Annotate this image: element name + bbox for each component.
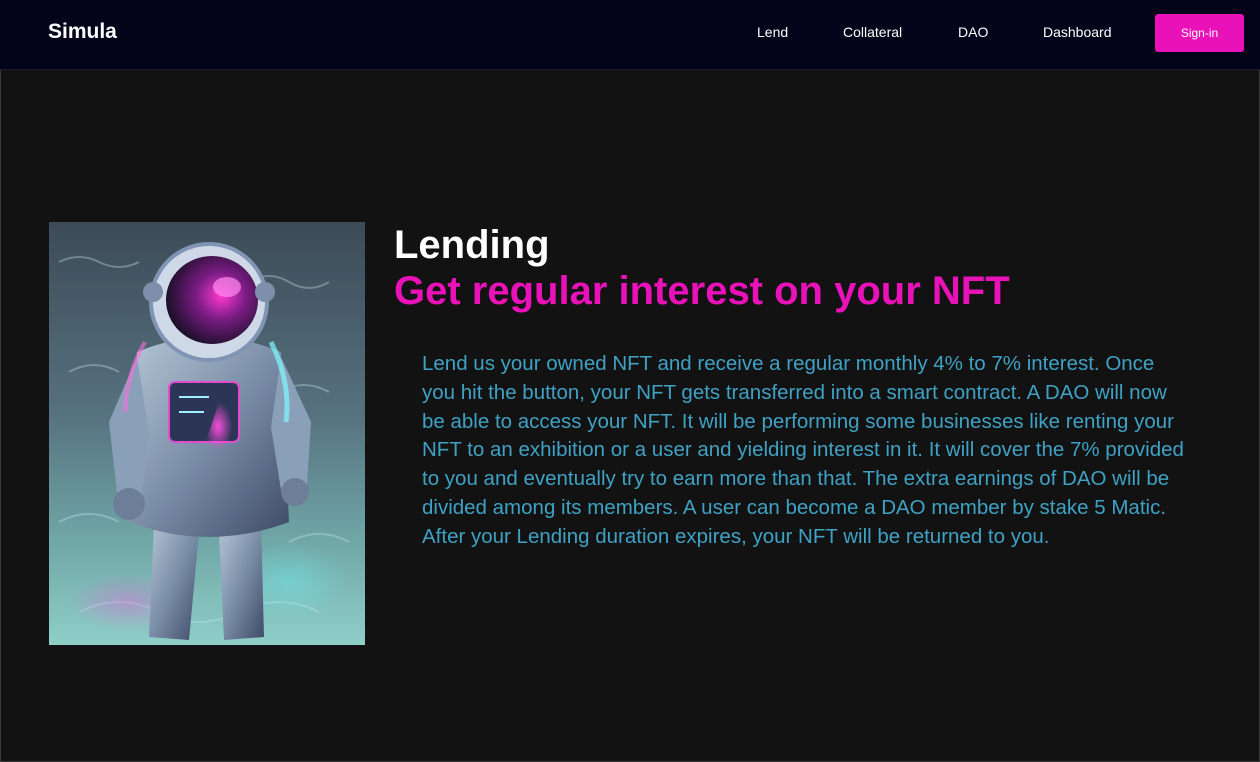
top-navbar: Simula Lend Collateral DAO Dashboard Sig… [0, 0, 1260, 70]
page-subtitle: Get regular interest on your NFT [394, 269, 1010, 313]
lending-description: Lend us your owned NFT and receive a reg… [422, 352, 1184, 548]
nav-link-lend[interactable]: Lend [757, 24, 788, 40]
page-title: Lending [394, 223, 550, 267]
nav-link-collateral[interactable]: Collateral [843, 24, 902, 40]
brand-logo[interactable]: Simula [48, 20, 117, 44]
nav-link-dashboard[interactable]: Dashboard [1043, 24, 1112, 40]
astronaut-image [49, 222, 365, 645]
sign-in-button[interactable]: Sign-in [1155, 14, 1244, 52]
nav-link-dao[interactable]: DAO [958, 24, 988, 40]
main-content: Lending Get regular interest on your NFT… [0, 70, 1260, 762]
